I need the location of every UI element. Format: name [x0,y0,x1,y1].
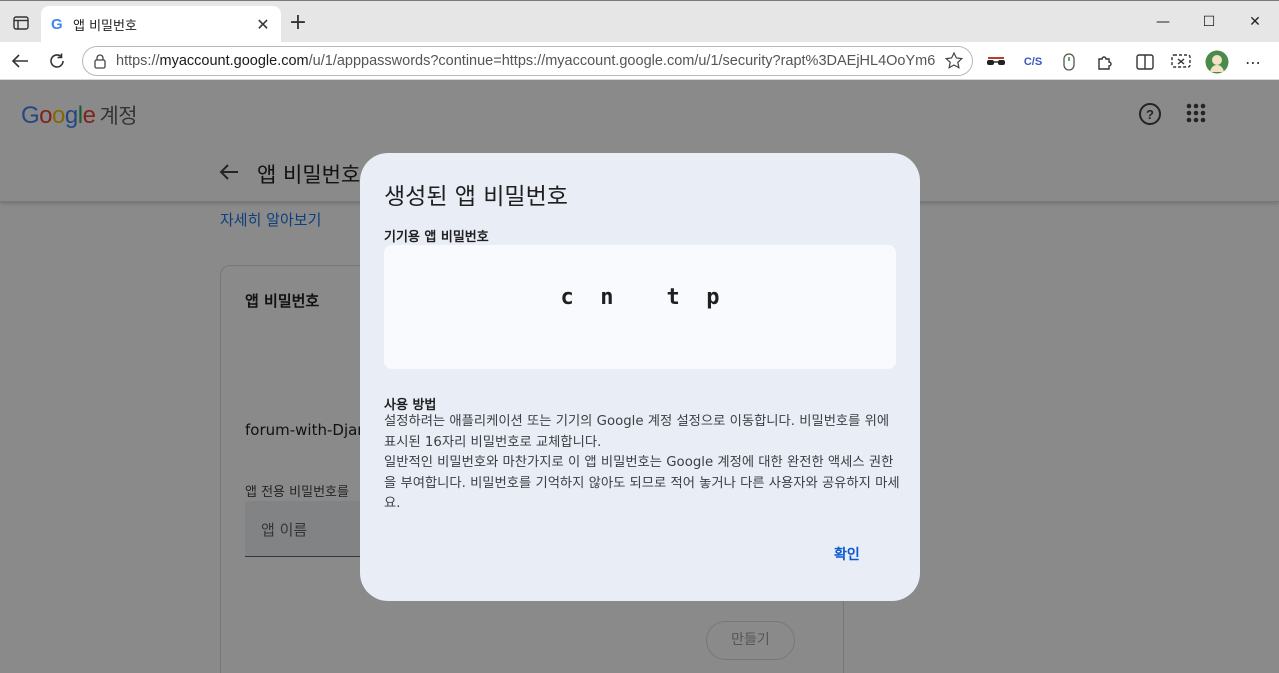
reload-button[interactable] [43,48,71,74]
split-screen-icon[interactable] [1133,50,1157,74]
browser-toolbar: https://myaccount.google.com/u/1/apppass… [0,42,1279,80]
howto-paragraph-1: 설정하려는 애플리케이션 또는 기기의 Google 계정 설정으로 이동합니다… [384,414,890,450]
tab-actions-icon[interactable] [8,12,34,34]
confirm-button[interactable]: 확인 [834,544,860,564]
google-favicon-icon: G [51,16,63,33]
howto-title: 사용 방법 [384,398,437,413]
incognito-glasses-icon[interactable] [984,50,1008,74]
password-box: c n t p [384,245,896,369]
mouse-icon[interactable] [1057,50,1081,74]
howto-text: 설정하려는 애플리케이션 또는 기기의 Google 계정 설정으로 이동합니다… [384,412,900,515]
dialog-title: 생성된 앱 비밀번호 [384,184,568,210]
favorite-star-icon[interactable] [944,51,964,71]
address-bar[interactable]: https://myaccount.google.com/u/1/apppass… [82,46,973,76]
url-text[interactable]: https://myaccount.google.com/u/1/apppass… [116,53,936,69]
generated-password[interactable]: c n t p [384,285,896,310]
maximize-button[interactable]: ☐ [1189,9,1229,35]
minimize-button[interactable]: — [1143,9,1183,35]
puzzle-icon[interactable] [1093,50,1117,74]
back-button[interactable] [6,48,34,74]
howto-paragraph-2: 일반적인 비밀번호와 마찬가지로 이 앱 비밀번호는 Google 계정에 대한… [384,455,900,511]
tab-close-icon[interactable]: ✕ [255,15,271,34]
more-icon[interactable]: ⋯ [1241,50,1265,74]
profile-avatar[interactable] [1205,50,1229,74]
tab-title: 앱 비밀번호 [73,19,137,34]
browser-tab-active[interactable]: G 앱 비밀번호 ✕ [41,6,281,43]
new-tab-button[interactable]: + [285,10,311,36]
dialog-subtitle: 기기용 앱 비밀번호 [384,230,489,245]
cjs-icon[interactable]: C/S [1021,50,1045,74]
lock-icon[interactable] [93,53,109,69]
screenshot-icon[interactable] [1169,50,1193,74]
close-window-button[interactable]: ✕ [1235,9,1275,35]
generated-app-password-dialog: 생성된 앱 비밀번호 기기용 앱 비밀번호 c n t p 사용 방법 설정하려… [360,153,920,601]
browser-tab-bar: G 앱 비밀번호 ✕ + — ☐ ✕ [0,0,1279,43]
